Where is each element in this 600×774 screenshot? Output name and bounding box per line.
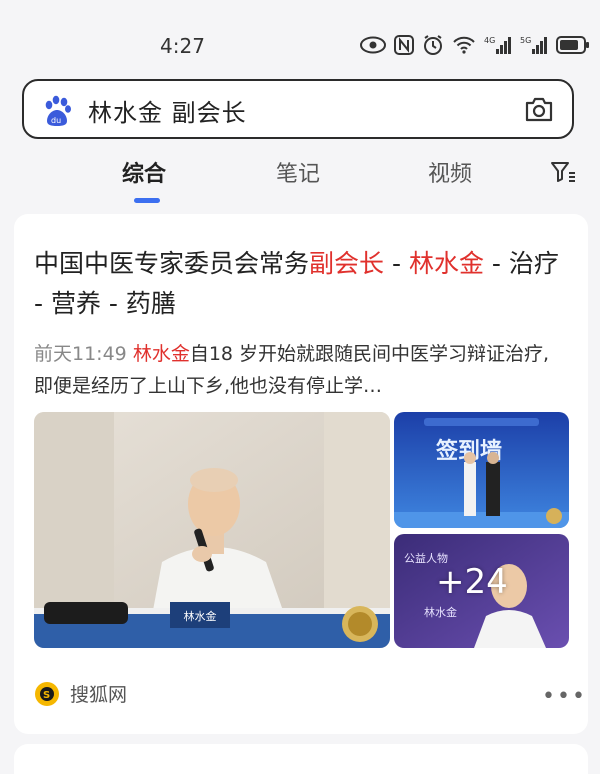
battery-icon bbox=[556, 36, 589, 54]
result-source[interactable]: S 搜狐网 bbox=[34, 680, 127, 707]
source-name: 搜狐网 bbox=[70, 684, 128, 706]
active-tab-indicator bbox=[134, 198, 160, 203]
search-input[interactable]: 林水金 副会长 bbox=[88, 93, 247, 128]
photo-illustration: 林水金 bbox=[34, 412, 390, 648]
tab-videos[interactable]: 视频 bbox=[428, 156, 472, 188]
wifi-icon bbox=[453, 36, 475, 54]
status-icons: 4G 5G bbox=[360, 32, 590, 58]
more-options-button[interactable]: ••• bbox=[542, 684, 587, 709]
svg-text:5G: 5G bbox=[520, 36, 531, 45]
tab-comprehensive[interactable]: 综合 bbox=[122, 156, 166, 188]
nameplate-text: 林水金 bbox=[184, 609, 217, 623]
title-segment: 中国中医专家委员会常务 bbox=[34, 249, 310, 278]
filter-icon[interactable] bbox=[550, 160, 576, 184]
clock: 4:27 bbox=[160, 34, 205, 58]
title-segment: - bbox=[384, 249, 409, 278]
result-tabs: 综合 笔记 视频 bbox=[0, 150, 600, 206]
nfc-icon bbox=[394, 35, 414, 55]
title-highlight: 副会长 bbox=[309, 249, 385, 278]
search-bar[interactable]: du 林水金 副会长 bbox=[22, 79, 574, 139]
camera-icon[interactable] bbox=[524, 95, 554, 123]
baidu-paw-icon: du bbox=[45, 95, 71, 126]
svg-text:S: S bbox=[43, 690, 50, 701]
more-images-count: +24 bbox=[436, 562, 508, 602]
result-snippet: 前天11:49 林水金自18 岁开始就跟随民间中医学习辩证治疗,即便是经历了上山… bbox=[34, 338, 568, 402]
thumbnail-illustration: 签到墙 bbox=[394, 412, 569, 528]
svg-text:du: du bbox=[51, 116, 61, 125]
thumbnail-event[interactable]: 签到墙 bbox=[394, 412, 569, 528]
signal-5g-icon: 5G bbox=[520, 36, 547, 54]
signal-4g-icon: 4G bbox=[484, 36, 511, 54]
sohu-logo-icon: S bbox=[35, 681, 59, 706]
svg-text:4G: 4G bbox=[484, 36, 495, 45]
portrait-name: 林水金 bbox=[424, 605, 457, 619]
alarm-icon bbox=[424, 35, 442, 55]
tab-notes[interactable]: 笔记 bbox=[276, 156, 320, 188]
next-result-card bbox=[14, 744, 588, 774]
result-card[interactable]: 中国中医专家委员会常务副会长 - 林水金 - 治疗 - 营养 - 药膳 前天11… bbox=[14, 214, 588, 734]
thumbnail-portrait[interactable]: 公益人物 林水金 +24 bbox=[394, 534, 569, 648]
title-highlight: 林水金 bbox=[408, 249, 484, 278]
main-photo[interactable]: 林水金 bbox=[34, 412, 390, 648]
eye-icon bbox=[360, 36, 386, 54]
result-title[interactable]: 中国中医专家委员会常务副会长 - 林水金 - 治疗 - 营养 - 药膳 bbox=[34, 244, 564, 324]
result-date: 前天11:49 bbox=[34, 343, 127, 365]
status-bar: 4:27 4G 5G bbox=[0, 0, 600, 72]
snippet-highlight: 林水金 bbox=[132, 343, 190, 365]
